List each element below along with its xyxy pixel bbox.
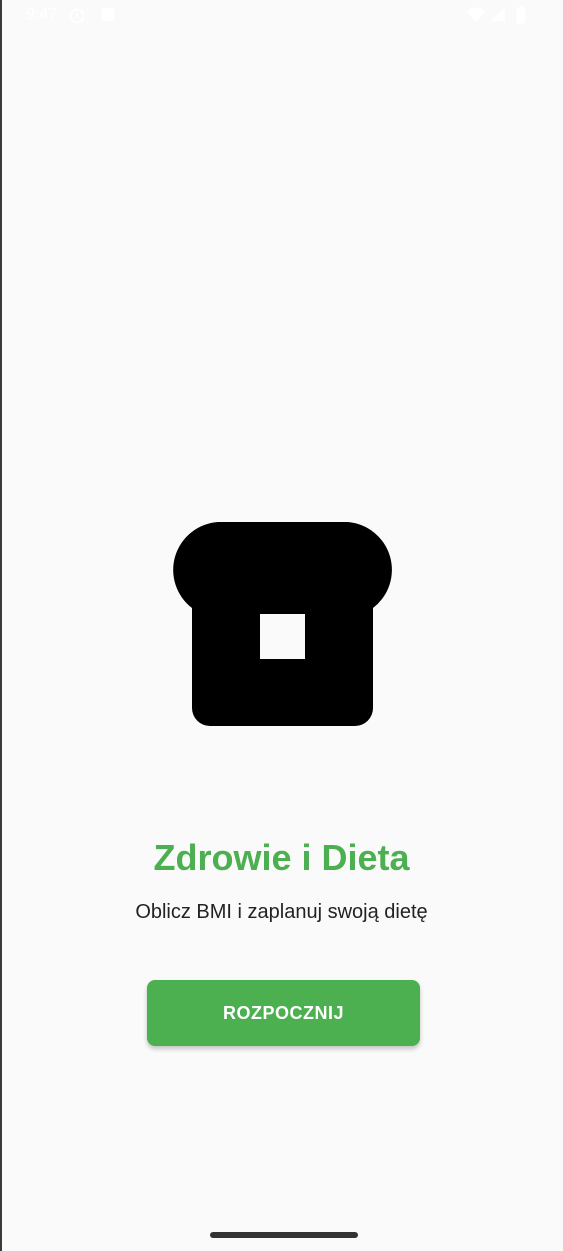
bread-icon: [173, 522, 392, 726]
signal-icon: [491, 7, 505, 21]
home-indicator[interactable]: [210, 1232, 358, 1238]
notification-icon: [101, 8, 115, 21]
status-bar: 9:47: [0, 0, 563, 32]
app-subtitle: Oblicz BMI i zaplanuj swoją dietę: [135, 901, 428, 923]
alarm-icon: [69, 8, 85, 24]
status-time: 9:47: [26, 6, 58, 23]
wifi-icon: [466, 7, 486, 22]
battery-icon: [516, 6, 526, 24]
start-button[interactable]: ROZPOCZNIJ: [147, 980, 420, 1046]
screen-left-edge: [0, 0, 2, 1251]
app-title: Zdrowie i Dieta: [153, 837, 410, 878]
